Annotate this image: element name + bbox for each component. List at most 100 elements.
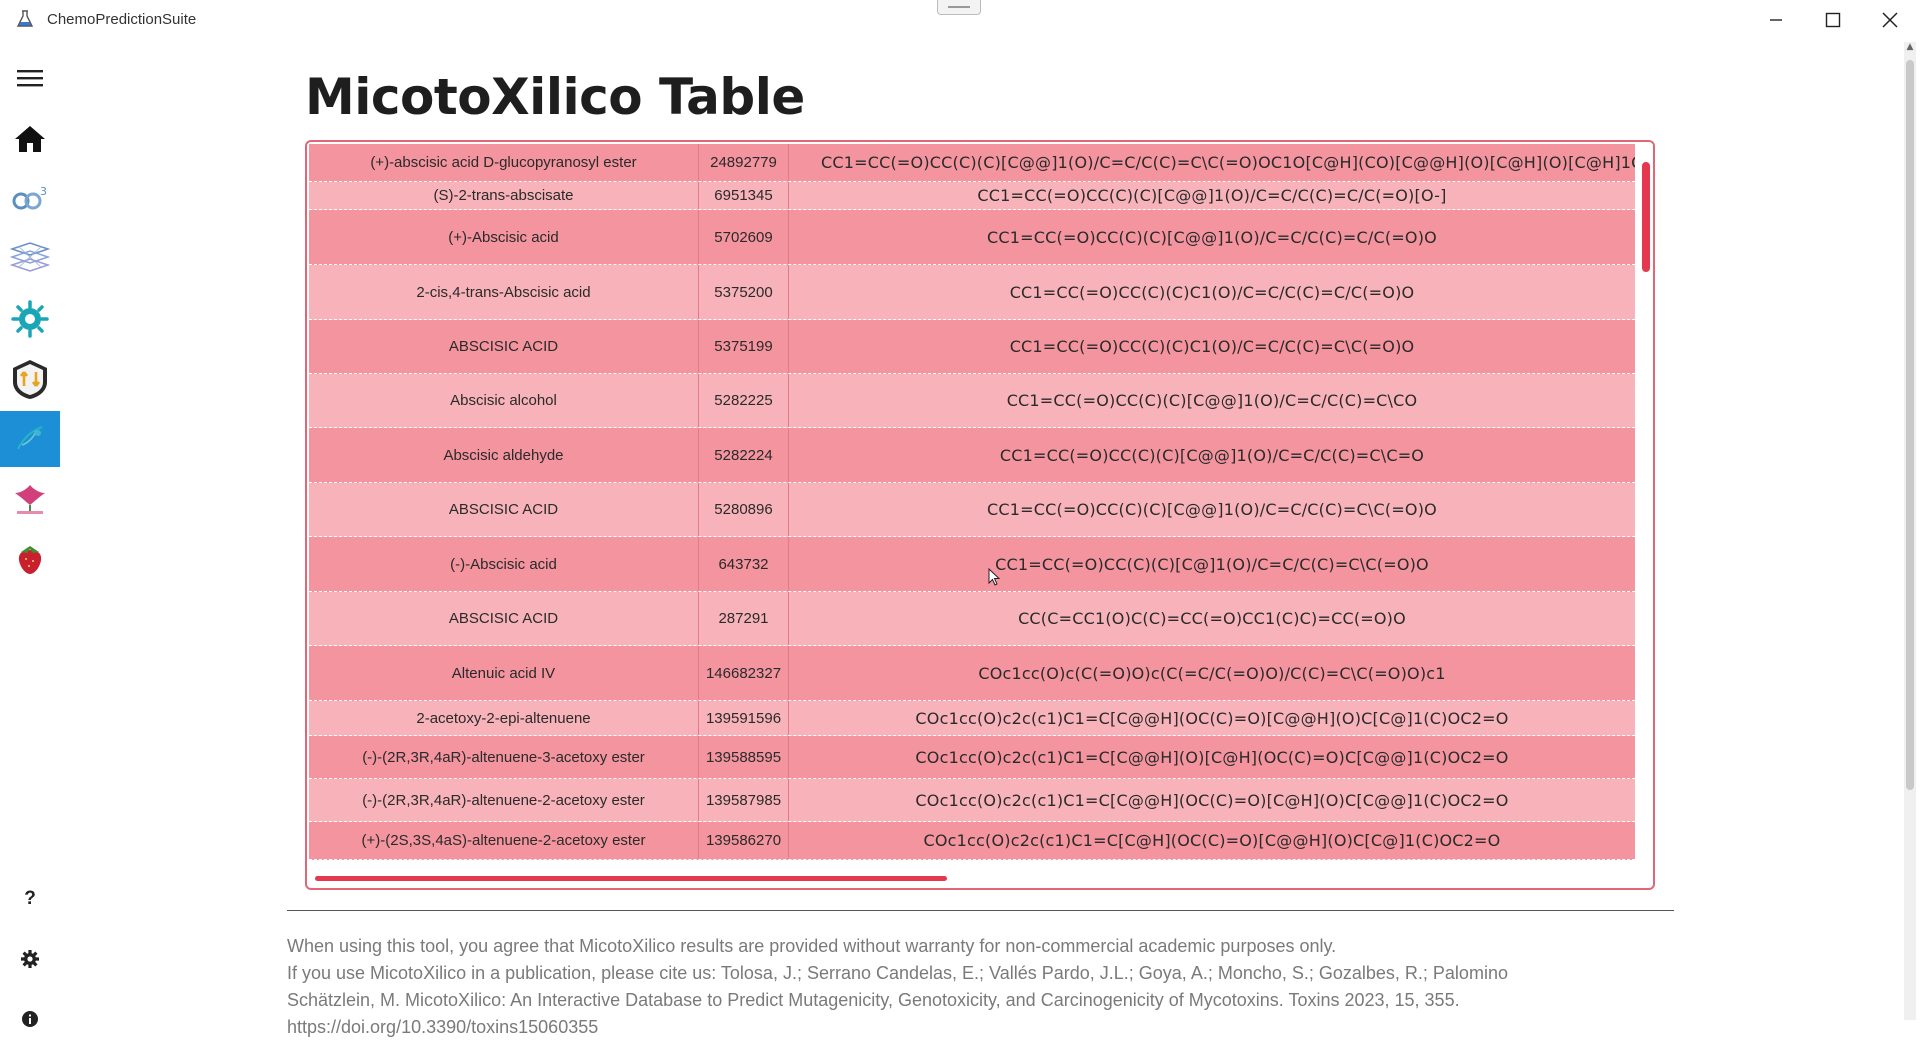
svg-text:3: 3 [40,185,47,198]
scroll-up-arrow-icon[interactable]: ▲ [1904,42,1916,56]
sidebar-item-help[interactable]: ? [0,871,60,927]
hamburger-menu-icon [17,70,43,87]
citation-text-2: Schätzlein, M. MicotoXilico: An Interact… [287,990,1460,1010]
close-icon [1882,12,1898,28]
cid-cell: 5280896 [699,483,789,536]
table-row[interactable]: Abscisic aldehyde 5282224 CC1=CC(=O)CC(C)(… [309,428,1635,483]
cid-cell: 24892779 [699,144,789,181]
info-icon [22,1011,38,1027]
compounds-table[interactable]: (+)-abscisic acid D-glucopyranosyl ester… [305,140,1655,890]
table-row[interactable]: ABSCISIC ACID 5375199 CC1=CC(=O)CC(C)(C)C1… [309,320,1635,374]
cid-cell: 146682327 [699,646,789,700]
compound-name-cell: (-)-Abscisic acid [309,537,699,591]
qp3-logo-icon: 3 [12,185,47,210]
compound-name-cell: (-)-(2R,3R,4aR)-altenuene-2-acetoxy este… [309,779,699,821]
maximize-icon [1825,12,1841,28]
page-title: MicotoXilico Table [305,68,805,126]
table-row[interactable]: (-)-(2R,3R,4aR)-altenuene-2-acetoxy este… [309,779,1635,822]
table-row[interactable]: Abscisic alcohol 5282225 CC1=CC(=O)CC(C)(C… [309,374,1635,428]
table-horizontal-scroll-thumb[interactable] [315,876,947,881]
table-row[interactable]: ABSCISIC ACID 5280896 CC1=CC(=O)CC(C)(C)[C… [309,483,1635,537]
smiles-cell: CC1=CC(=O)CC(C)(C)[C@@]1(O)/C=C/C(C)=C\C… [987,500,1437,519]
table-row[interactable]: 2-cis,4-trans-Abscisic acid 5375200 CC1=CC… [309,265,1635,320]
sidebar-item-micotoxilico[interactable] [0,411,60,467]
sidebar-item-shield[interactable] [0,351,60,407]
smiles-cell: CC(C=CC1(O)C(C)=CC(=O)CC1(C)C)=CC(=O)O [1018,609,1406,628]
table-row[interactable]: (+)-abscisic acid D-glucopyranosyl ester… [309,144,1635,182]
cid-cell: 643732 [699,537,789,591]
sidebar-item-virus[interactable] [0,291,60,347]
compound-name-cell: (+)-Abscisic acid [309,210,699,264]
settings-gear-icon [21,950,39,968]
compound-name-cell: ABSCISIC ACID [309,483,699,536]
cid-cell: 5282225 [699,374,789,427]
smiles-cell: COc1cc(O)c2c(c1)C1=C[C@@H](O)[C@H](OC(C)… [915,747,1509,767]
cid-cell: 5375199 [699,320,789,373]
smiles-cell: CC1=CC(=O)CC(C)(C)[C@@]1(O)/C=C/C(C)=C\C… [821,153,1635,172]
smiles-cell: COc1cc(O)c(C(=O)O)c(C(=C/C(=O)O)/C(C)=C\… [978,663,1446,683]
compound-name-cell: (+)-(2S,3S,4aS)-altenuene-2-acetoxy este… [309,822,699,859]
mouse-cursor-icon [988,568,1000,586]
table-row[interactable]: (-)-(2R,3R,4aR)-altenuene-3-acetoxy este… [309,736,1635,779]
table-row[interactable]: 2-acetoxy-2-epi-altenuene 139591596 COc1cc… [309,701,1635,736]
smiles-cell: CC1=CC(=O)CC(C)(C)[C@]1(O)/C=C/C(C)=C\C(… [995,554,1429,574]
cid-cell: 5282224 [699,428,789,482]
table-row[interactable]: Altenuic acid IV 146682327 COc1cc(O)c(C(=O… [309,646,1635,701]
window-title: ChemoPredictionSuite [47,11,197,28]
strawberry-icon [18,546,42,574]
sidebar-item-flower[interactable] [0,471,60,527]
close-button[interactable] [1867,4,1913,36]
help-icon: ? [24,888,36,909]
sidebar-item-strawberry[interactable] [0,531,60,587]
smiles-cell: CC1=CC(=O)CC(C)(C)[C@@]1(O)/C=C/C(C)=C\C… [1006,391,1418,410]
table-row[interactable]: (+)-(2S,3S,4aS)-altenuene-2-acetoxy este… [309,822,1635,860]
layers-grid-icon [10,242,50,272]
drag-handle[interactable] [937,0,981,15]
citation-text-1: If you use MicotoXilico in a publication… [287,963,1508,983]
cid-cell: 5375200 [699,265,789,319]
minimize-icon [1770,19,1782,21]
sidebar-item-info[interactable] [0,991,60,1047]
sidebar-item-settings[interactable] [0,931,60,987]
flask-app-icon [16,10,34,28]
sidebar-item-qp3[interactable]: 3 [0,171,60,227]
micotoxilico-icon [17,426,43,450]
sidebar-item-home[interactable] [0,111,60,167]
compound-name-cell: Altenuic acid IV [309,646,699,700]
compound-name-cell: 2-acetoxy-2-epi-altenuene [309,701,699,735]
table-row[interactable]: (-)-Abscisic acid 643732 CC1=CC(=O)CC(C)(C… [309,537,1635,592]
table-row[interactable]: (+)-Abscisic acid 5702609 CC1=CC(=O)CC(C)(… [309,210,1635,265]
table-row[interactable]: (S)-2-trans-abscisate 6951345 CC1=CC(=O)CC… [309,182,1635,210]
minimize-button[interactable] [1753,4,1799,36]
compound-name-cell: 2-cis,4-trans-Abscisic acid [309,265,699,319]
compound-name-cell: Abscisic aldehyde [309,428,699,482]
smiles-cell: CC1=CC(=O)CC(C)(C)[C@@]1(O)/C=C/C(C)=C/C… [987,227,1437,247]
cid-cell: 139586270 [699,822,789,859]
smiles-cell: COc1cc(O)c2c(c1)C1=C[C@H](OC(C)=O)[C@@H]… [923,831,1501,850]
virus-gear-icon [11,300,49,338]
smiles-cell: CC1=CC(=O)CC(C)(C)C1(O)/C=C/C(C)=C/C(=O)… [1009,282,1415,302]
smiles-cell: CC1=CC(=O)CC(C)(C)C1(O)/C=C/C(C)=C\C(=O)… [1009,337,1415,356]
compound-name-cell: ABSCISIC ACID [309,592,699,645]
compound-name-cell: ABSCISIC ACID [309,320,699,373]
pink-flower-icon [15,485,45,514]
sidebar-item-layers[interactable] [0,231,60,287]
shield-arrows-icon [13,360,47,399]
citation-footer: When using this tool, you agree that Mic… [287,933,1687,1041]
table-body: (+)-abscisic acid D-glucopyranosyl ester… [309,144,1635,869]
smiles-cell: CC1=CC(=O)CC(C)(C)[C@@]1(O)/C=C/C(C)=C\C… [999,445,1425,465]
sidebar-menu-toggle[interactable] [0,50,60,106]
smiles-cell: COc1cc(O)c2c(c1)C1=C[C@@H](OC(C)=O)[C@@H… [915,708,1509,728]
citation-doi-link[interactable]: https://doi.org/10.3390/toxins15060355 [287,1014,1687,1041]
page-vertical-scroll-thumb[interactable] [1906,60,1914,790]
disclaimer-text: When using this tool, you agree that Mic… [287,936,1337,956]
maximize-button[interactable] [1810,4,1856,36]
table-row[interactable]: ABSCISIC ACID 287291 CC(C=CC1(O)C(C)=CC(=O… [309,592,1635,646]
cid-cell: 139591596 [699,701,789,735]
compound-name-cell: Abscisic alcohol [309,374,699,427]
table-vertical-scroll-thumb[interactable] [1642,162,1650,272]
sidebar: 3 ? [0,40,60,1027]
cid-cell: 5702609 [699,210,789,264]
smiles-cell: COc1cc(O)c2c(c1)C1=C[C@@H](OC(C)=O)[C@H]… [915,790,1509,810]
compound-name-cell: (-)-(2R,3R,4aR)-altenuene-3-acetoxy este… [309,736,699,778]
